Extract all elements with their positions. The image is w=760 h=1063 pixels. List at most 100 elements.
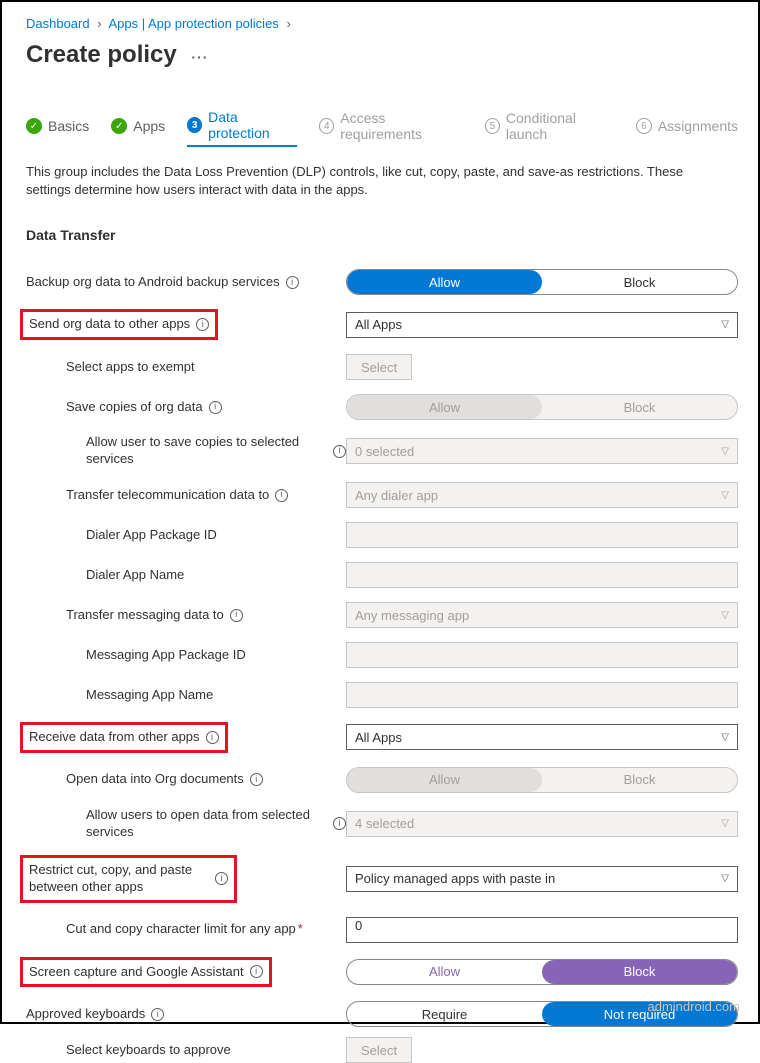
input-cut-limit[interactable]: 0: [346, 917, 738, 943]
info-icon[interactable]: i: [333, 817, 346, 830]
row-receive-data: Receive data from other apps i All Apps …: [26, 722, 738, 753]
tab-access-requirements[interactable]: 4 Access requirements: [319, 109, 463, 147]
row-save-copies: Save copies of org data i Allow Block: [26, 394, 738, 420]
label-text: Send org data to other apps: [29, 316, 190, 333]
page-title: Create policy ···: [26, 41, 738, 69]
chevron-down-icon: ▽: [721, 873, 729, 884]
label-save-copies: Save copies of org data i: [26, 399, 346, 416]
tab-label: Apps: [133, 118, 165, 134]
toggle-block[interactable]: Block: [542, 270, 737, 294]
tab-label: Assignments: [658, 118, 738, 134]
label-dialer-name: Dialer App Name: [26, 567, 346, 584]
wizard-tabs: ✓ Basics ✓ Apps 3 Data protection 4 Acce…: [26, 109, 738, 147]
toggle-save-copies: Allow Block: [346, 394, 738, 420]
label-restrict: Restrict cut, copy, and paste between ot…: [26, 855, 346, 903]
row-cut-limit: Cut and copy character limit for any app…: [26, 917, 738, 943]
label-select-exempt: Select apps to exempt: [26, 359, 346, 376]
toggle-block: Block: [542, 768, 737, 792]
step-number: 4: [319, 118, 334, 134]
tab-data-protection[interactable]: 3 Data protection: [187, 109, 297, 147]
label-send: Send org data to other apps i: [26, 309, 346, 340]
breadcrumb-separator: ›: [97, 16, 101, 31]
label-msg-name: Messaging App Name: [26, 687, 346, 704]
toggle-screen-capture[interactable]: Allow Block: [346, 959, 738, 985]
row-restrict-ccp: Restrict cut, copy, and paste between ot…: [26, 855, 738, 903]
toggle-allow[interactable]: Allow: [347, 960, 542, 984]
tab-label: Data protection: [208, 109, 297, 141]
row-msg-name: Messaging App Name: [26, 682, 738, 708]
row-telecom: Transfer telecommunication data to i Any…: [26, 482, 738, 508]
label-cut-limit: Cut and copy character limit for any app…: [26, 921, 346, 938]
breadcrumb-separator: ›: [286, 16, 290, 31]
tab-apps[interactable]: ✓ Apps: [111, 109, 165, 147]
label-screen-capture: Screen capture and Google Assistant i: [26, 957, 346, 988]
info-icon[interactable]: i: [275, 489, 288, 502]
label-backup: Backup org data to Android backup servic…: [26, 274, 346, 291]
label-dialer-pkg: Dialer App Package ID: [26, 527, 346, 544]
step-number: 5: [485, 118, 500, 134]
info-icon[interactable]: i: [286, 276, 299, 289]
dropdown-value: 4 selected: [355, 816, 414, 831]
dropdown-restrict-ccp[interactable]: Policy managed apps with paste in ▽: [346, 866, 738, 892]
dropdown-value: 0 selected: [355, 444, 414, 459]
info-icon[interactable]: i: [151, 1008, 164, 1021]
info-icon[interactable]: i: [333, 445, 346, 458]
highlight-box: Receive data from other apps i: [20, 722, 228, 753]
info-icon[interactable]: i: [196, 318, 209, 331]
label-text: Allow users to open data from selected s…: [86, 807, 327, 841]
label-text: Restrict cut, copy, and paste between ot…: [29, 862, 209, 896]
row-select-kb: Select keyboards to approve Select: [26, 1037, 738, 1063]
check-icon: ✓: [111, 118, 127, 134]
dropdown-messaging: Any messaging app ▽: [346, 602, 738, 628]
row-open-org: Open data into Org documents i Allow Blo…: [26, 767, 738, 793]
dropdown-value: Policy managed apps with paste in: [355, 871, 555, 886]
info-icon[interactable]: i: [250, 773, 263, 786]
page-title-text: Create policy: [26, 41, 177, 68]
tab-assignments[interactable]: 6 Assignments: [636, 109, 738, 147]
dropdown-value: All Apps: [355, 730, 402, 745]
label-text: Open data into Org documents: [66, 771, 244, 788]
chevron-down-icon: ▽: [721, 732, 729, 743]
row-screen-capture: Screen capture and Google Assistant i Al…: [26, 957, 738, 988]
dropdown-save-selected: 0 selected ▽: [346, 438, 738, 464]
tab-basics[interactable]: ✓ Basics: [26, 109, 89, 147]
label-text: Transfer telecommunication data to: [66, 487, 269, 504]
tab-label: Basics: [48, 118, 89, 134]
chevron-down-icon: ▽: [721, 446, 729, 457]
ellipsis-icon[interactable]: ···: [191, 49, 208, 65]
label-open-org: Open data into Org documents i: [26, 771, 346, 788]
label-open-selected: Allow users to open data from selected s…: [26, 807, 346, 841]
toggle-allow[interactable]: Allow: [347, 270, 542, 294]
info-icon[interactable]: i: [230, 609, 243, 622]
dropdown-send-org-data[interactable]: All Apps ▽: [346, 312, 738, 338]
tab-conditional-launch[interactable]: 5 Conditional launch: [485, 109, 614, 147]
info-icon[interactable]: i: [250, 965, 263, 978]
toggle-backup[interactable]: Allow Block: [346, 269, 738, 295]
chevron-down-icon: ▽: [721, 490, 729, 501]
chevron-down-icon: ▽: [721, 610, 729, 621]
section-heading: Data Transfer: [26, 227, 738, 243]
step-number: 3: [187, 117, 202, 133]
toggle-require[interactable]: Require: [347, 1002, 542, 1026]
row-msg-pkg: Messaging App Package ID: [26, 642, 738, 668]
step-number: 6: [636, 118, 652, 134]
input-dialer-pkg: [346, 522, 738, 548]
label-select-kb: Select keyboards to approve: [26, 1042, 346, 1059]
info-icon[interactable]: i: [215, 872, 228, 885]
dropdown-receive-data[interactable]: All Apps ▽: [346, 724, 738, 750]
info-icon[interactable]: i: [206, 731, 219, 744]
breadcrumb-dashboard[interactable]: Dashboard: [26, 16, 90, 31]
label-messaging: Transfer messaging data to i: [26, 607, 346, 624]
label-text: Cut and copy character limit for any app: [66, 921, 296, 938]
toggle-block[interactable]: Block: [542, 960, 737, 984]
info-icon[interactable]: i: [209, 401, 222, 414]
breadcrumb-apps[interactable]: Apps | App protection policies: [108, 16, 278, 31]
dropdown-value: All Apps: [355, 317, 402, 332]
row-send-org-data: Send org data to other apps i All Apps ▽: [26, 309, 738, 340]
label-text: Transfer messaging data to: [66, 607, 224, 624]
input-value: 0: [355, 918, 362, 933]
input-msg-name: [346, 682, 738, 708]
label-telecom: Transfer telecommunication data to i: [26, 487, 346, 504]
toggle-allow: Allow: [347, 395, 542, 419]
dropdown-value: Any messaging app: [355, 608, 469, 623]
